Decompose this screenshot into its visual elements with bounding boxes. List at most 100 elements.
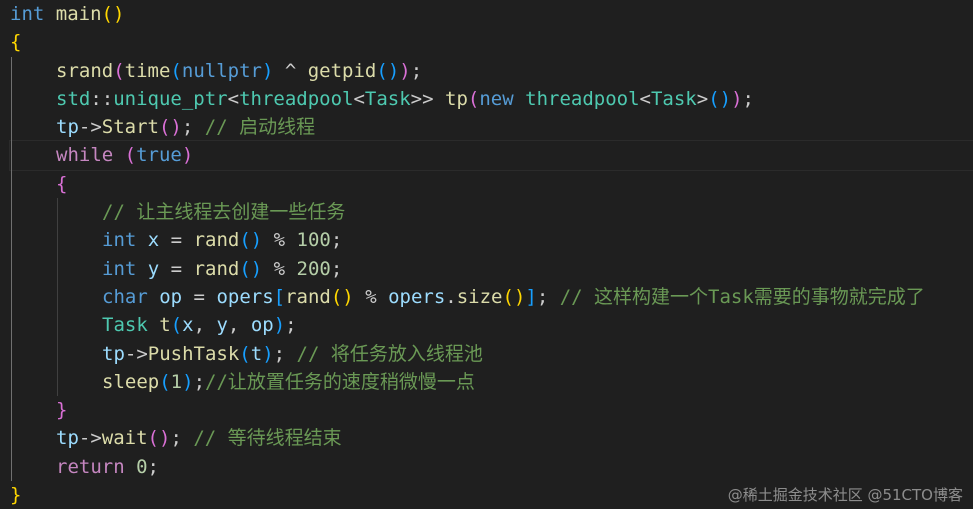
code-token: int: [102, 229, 137, 252]
code-token: ;: [536, 285, 560, 308]
code-token: ;: [330, 229, 343, 252]
code-token: ;: [170, 427, 194, 450]
code-token: op: [159, 285, 183, 308]
code-token: =: [182, 285, 217, 308]
code-token: (): [147, 427, 171, 450]
code-line[interactable]: }: [10, 396, 973, 424]
code-line[interactable]: Task t(x, y, op);: [10, 311, 973, 339]
code-token: // 等待线程结束: [193, 427, 342, 450]
code-token: (: [467, 87, 480, 110]
code-token: {: [56, 172, 68, 195]
code-token: }: [56, 399, 68, 422]
code-token: unique_ptr: [113, 87, 228, 110]
code-token: // 启动线程: [204, 116, 316, 139]
code-token: >: [696, 87, 709, 110]
code-token: y: [216, 314, 228, 337]
code-token: ): [182, 370, 194, 393]
code-token: {: [10, 31, 22, 54]
code-token: (): [239, 229, 263, 252]
code-area[interactable]: int main(){srand(time(nullptr) ^ getpid(…: [9, 0, 973, 509]
code-line[interactable]: {: [10, 28, 973, 56]
code-token: ;: [330, 257, 343, 280]
code-token: true: [136, 144, 182, 167]
code-token: %: [353, 285, 389, 308]
code-token: Task: [102, 314, 148, 337]
code-token: // 将任务放入线程池: [296, 342, 483, 365]
code-token: (: [113, 59, 125, 82]
code-token: PushTask: [147, 342, 240, 365]
code-token: 100: [296, 229, 331, 252]
code-token: =: [159, 257, 194, 280]
code-token: ;: [181, 116, 205, 139]
code-token: <: [227, 87, 240, 110]
code-token: ]: [525, 285, 537, 308]
code-line[interactable]: tp->PushTask(t); // 将任务放入线程池: [10, 340, 973, 368]
code-token: (: [170, 59, 182, 82]
code-token: int: [102, 257, 137, 280]
code-token: tp: [102, 342, 125, 365]
code-line[interactable]: // 让主线程去创建一些任务: [10, 198, 973, 226]
code-token: (: [124, 144, 137, 167]
code-token: .: [445, 285, 457, 308]
code-token: size: [456, 285, 503, 308]
code-token: // 这样构建一个Task需要的事物就完成了: [559, 285, 925, 308]
code-editor[interactable]: int main(){srand(time(nullptr) ^ getpid(…: [0, 0, 973, 509]
code-line[interactable]: std::unique_ptr<threadpool<Task>> tp(new…: [10, 85, 973, 113]
code-token: time: [124, 59, 171, 82]
code-token: ;: [273, 342, 297, 365]
code-token: %: [262, 257, 297, 280]
code-token: sleep: [102, 370, 160, 393]
code-token: ->: [78, 116, 102, 139]
code-token: op: [250, 314, 274, 337]
code-token: y: [147, 257, 160, 280]
code-token: int: [10, 3, 45, 25]
code-line[interactable]: int main(): [10, 0, 973, 28]
code-token: rand: [285, 285, 331, 308]
indent-guide: [57, 198, 58, 397]
code-token: ->: [124, 342, 148, 365]
code-line[interactable]: {: [10, 170, 973, 198]
code-token: nullptr: [181, 59, 262, 82]
code-line[interactable]: while (true): [9, 140, 973, 171]
code-line[interactable]: tp->wait(); // 等待线程结束: [10, 424, 973, 452]
code-line[interactable]: srand(time(nullptr) ^ getpid());: [10, 57, 973, 85]
code-token: wait: [101, 427, 148, 450]
code-token: (): [158, 116, 182, 139]
code-token: std: [56, 87, 91, 110]
code-token: tp: [56, 116, 79, 139]
code-token: getpid: [307, 59, 377, 82]
code-line[interactable]: tp->Start(); // 启动线程: [10, 113, 973, 141]
code-token: ;: [193, 370, 206, 393]
code-token: =: [159, 229, 194, 252]
code-line[interactable]: int x = rand() % 100;: [10, 226, 973, 254]
code-line[interactable]: sleep(1);//让放置任务的速度稍微慢一点: [10, 368, 973, 396]
code-line[interactable]: return 0;: [10, 453, 973, 481]
code-token: (): [502, 285, 526, 308]
code-line[interactable]: char op = opers[rand() % opers.size()]; …: [10, 283, 973, 311]
code-token: //让放置任务的速度稍微慢一点: [205, 370, 475, 393]
indent-guide: [11, 56, 12, 482]
code-token: (: [159, 370, 171, 393]
code-token: (): [239, 257, 263, 280]
code-token: ): [731, 87, 743, 110]
code-token: (): [330, 285, 354, 308]
code-token: ): [399, 59, 411, 82]
code-token: Task: [650, 87, 697, 110]
code-token: ): [261, 59, 274, 82]
code-token: ,: [227, 314, 251, 337]
code-token: <: [639, 87, 651, 110]
code-token: tp: [56, 427, 79, 450]
code-token: <: [353, 87, 365, 110]
code-line[interactable]: int y = rand() % 200;: [10, 255, 973, 283]
code-token: Start: [101, 116, 159, 139]
code-token: (: [239, 342, 251, 365]
code-token: threadpool: [525, 87, 640, 110]
